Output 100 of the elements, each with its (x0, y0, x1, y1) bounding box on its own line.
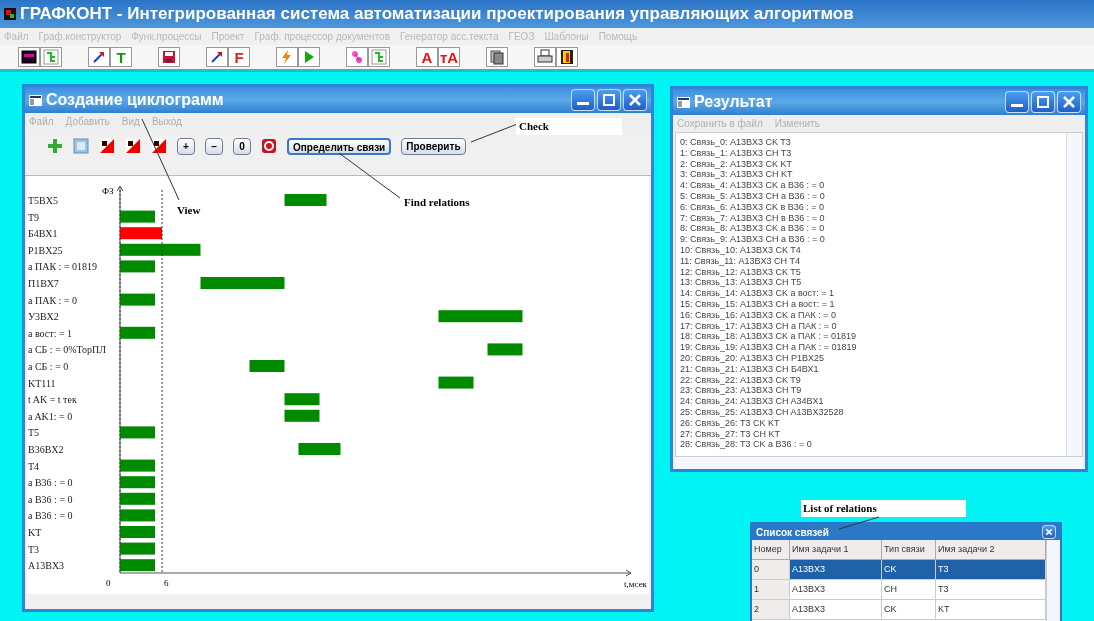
result-line: 5: Связь_5: A13BX3 CH a B36 : = 0 (680, 191, 826, 202)
row-label: a ПАК : = 01819 (28, 261, 97, 273)
minimize-button[interactable] (1005, 91, 1029, 113)
maximize-icon (1037, 96, 1049, 108)
leader-line (838, 516, 880, 530)
maximize-button[interactable] (1031, 91, 1055, 113)
minimize-icon (1011, 103, 1023, 107)
flag-icon[interactable] (99, 138, 115, 154)
tick-label: 6 (164, 578, 169, 588)
result-line: 4: Связь_4: A13BX3 CK a B36 : = 0 (680, 180, 826, 191)
row-label: P1BX25 (28, 244, 63, 256)
table-cell: 1 (752, 580, 790, 600)
toolbar-button[interactable]: – (205, 138, 223, 155)
close-button[interactable] (1042, 525, 1056, 539)
row-label: a СБ : = 0%TopПЛ (28, 344, 106, 356)
row-label: T3 (28, 543, 40, 555)
result-line: 23: Связь_23: A13BX3 CH T9 (680, 385, 803, 397)
result-line: 26: Связь_26: T3 CK KT (680, 417, 781, 429)
result-line: 0: Связь_0: A13BX3 CK T3 (680, 137, 792, 148)
row-label: A13BX3 (28, 560, 65, 572)
result-line: 6: Связь_6: A13BX3 CK в B36 : = 0 (680, 201, 825, 213)
row-label: a B36 : = 0 (28, 493, 73, 505)
vertical-scrollbar[interactable] (1046, 540, 1060, 621)
table-cell: T3 (936, 560, 1046, 580)
result-line: 14: Связь_14: A13BX3 CK a вост: = 1 (680, 288, 835, 299)
row-label: a B36 : = 0 (28, 477, 73, 489)
table-cell: A13BX3 (790, 560, 882, 580)
row-label: KT111 (28, 377, 56, 389)
table-row[interactable]: 2 A13BX3 CK KT (752, 600, 1046, 620)
row-label: t AK = t тек (28, 394, 77, 406)
result-line: 15: Связь_15: A13BX3 CH a вост: = 1 (680, 298, 836, 310)
result-line: 25: Связь_25: A13BX3 CH A13BX32528 (680, 406, 845, 418)
table-row[interactable]: 1 A13BX3 CH T3 (752, 580, 1046, 600)
result-line: 17: Связь_17: A13BX3 CH a ПАК : = 0 (680, 320, 838, 332)
leader-line (338, 152, 402, 200)
table-cell: A13BX3 (790, 580, 882, 600)
table-cell: CK (882, 600, 936, 620)
row-label: a B36 : = 0 (28, 510, 73, 522)
toolbar-button[interactable]: тA (438, 47, 460, 67)
callout-label: List of relations (801, 500, 966, 517)
row-label: a вост: = 1 (28, 327, 73, 339)
toolbar-button[interactable]: Определить связи (287, 138, 392, 155)
result-line: 16: Связь_16: A13BX3 CK a ПАК : = 0 (680, 309, 837, 321)
result-line: 2: Связь_2: A13BX3 CK KT (680, 158, 793, 170)
add-icon[interactable] (47, 138, 63, 154)
table-cell: 0 (752, 560, 790, 580)
toolbar-button[interactable]: F (228, 47, 250, 67)
toolbar-button[interactable]: Проверить (401, 138, 466, 155)
result-line: 28: Связь_28: T3 CK a B36 : = 0 (680, 439, 813, 451)
row-label: B36BX2 (28, 444, 64, 455)
minimize-icon (577, 101, 589, 105)
row-label: a СБ : = 0 (28, 361, 69, 372)
window-icon (29, 94, 42, 106)
maximize-icon (603, 94, 615, 106)
row-label: У3ВХ2 (28, 311, 59, 323)
toolbar-button[interactable]: + (177, 138, 195, 155)
result-line: 12: Связь_12: A13BX3 CK T5 (680, 266, 802, 278)
flag-icon[interactable] (125, 138, 141, 154)
result-line: 27: Связь_27: T3 CH KT (680, 428, 781, 440)
result-line: 3: Связь_3: A13BX3 CH KT (680, 169, 794, 181)
row-label: T9 (28, 211, 40, 223)
table-cell: A13BX3 (790, 600, 882, 620)
window-title: Создание циклограмм (46, 92, 224, 108)
app-title: ГРАФКОНТ - Интегрированная система автоматизации проектирования управляющих алгоритмов (20, 3, 854, 26)
vertical-scrollbar[interactable] (1066, 133, 1082, 456)
y-axis-label: ФЗ (102, 186, 114, 196)
stop-icon[interactable] (261, 138, 277, 154)
table-row[interactable]: 0 A13BX3 CK T3 (752, 560, 1046, 580)
close-button[interactable] (1057, 91, 1081, 113)
toolbar-button[interactable]: 0 (233, 138, 251, 155)
callout-label: Find relations (404, 195, 470, 210)
toolbar-button[interactable]: A (416, 47, 438, 67)
result-line: 11: Связь_11: A13BX3 CH T4 (680, 255, 801, 267)
table-cell: 2 (752, 600, 790, 620)
x-axis-label: t,мсек (624, 579, 647, 589)
result-line: 21: Связь_21: A13BX3 CH Б4ВХ1 (680, 363, 820, 375)
row-label: T5BX5 (28, 195, 58, 206)
result-line: 8: Связь_8: A13BX3 CK a B36 : = 0 (680, 223, 826, 235)
callout-label: Check (516, 118, 622, 135)
result-line: 7: Связь_7: A13BX3 CH в B36 : = 0 (680, 212, 826, 224)
app-icon (4, 8, 16, 20)
row-label: П1ВХ7 (28, 278, 59, 289)
table-cell: CK (882, 560, 936, 580)
horizontal-scrollbar[interactable] (675, 457, 1083, 469)
row-label: T4 (28, 460, 40, 472)
close-button[interactable] (623, 89, 647, 111)
maximize-button[interactable] (597, 89, 621, 111)
result-line: 20: Связь_20: A13BX3 CH P1BX25 (680, 352, 825, 364)
result-line: 19: Связь_19: A13BX3 CH a ПАК : = 01819 (680, 342, 858, 353)
row-label: a ПАК : = 0 (28, 294, 77, 306)
row-label: KT (28, 527, 42, 538)
table-cell: CH (882, 580, 936, 600)
result-line: 10: Связь_10: A13BX3 CK T4 (680, 244, 802, 256)
result-line: 1: Связь_1: A13BX3 CH T3 (680, 147, 793, 159)
toolbar-button[interactable]: T (110, 47, 132, 67)
result-line: 9: Связь_9: A13BX3 CH a B36 : = 0 (680, 234, 826, 245)
window-icon (677, 96, 690, 108)
close-icon (629, 94, 641, 106)
minimize-button[interactable] (571, 89, 595, 111)
result-line: 13: Связь_13: A13BX3 CH T5 (680, 277, 803, 289)
